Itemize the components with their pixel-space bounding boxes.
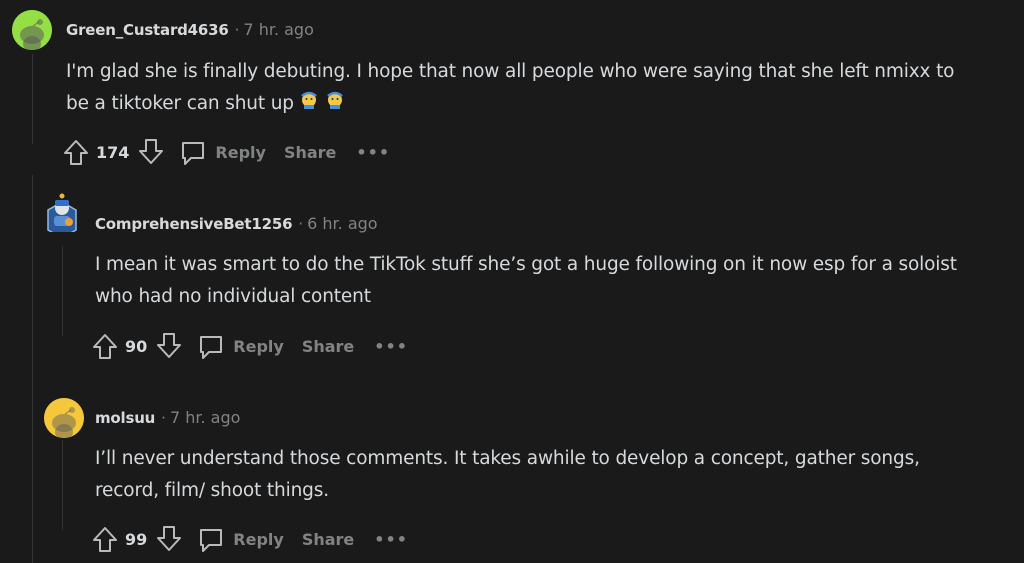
timestamp[interactable]: 7 hr. ago: [170, 408, 240, 427]
reply-button[interactable]: Reply: [179, 138, 266, 166]
comment-actions: 174 Reply Share •••: [62, 136, 390, 168]
comment-actions: 99 Reply Share •••: [91, 523, 408, 555]
reply-label: Reply: [215, 142, 266, 162]
vote-count: 90: [125, 336, 148, 356]
comment-body: I mean it was smart to do the TikTok stu…: [95, 254, 957, 307]
share-button[interactable]: Share: [302, 530, 354, 549]
reply-label: Reply: [233, 336, 284, 356]
comment-meta: Green_Custard4636 · 7 hr. ago: [66, 20, 314, 40]
downvote-icon[interactable]: [137, 138, 165, 166]
snoo-avatar-icon: [47, 193, 77, 232]
meta-separator: ·: [161, 409, 166, 427]
comment-body: I’ll never understand those comments. It…: [95, 448, 920, 501]
comment-bubble-icon: [182, 142, 205, 165]
comment-meta: ComprehensiveBet1256 · 6 hr. ago: [95, 214, 378, 234]
more-options-icon[interactable]: •••: [374, 530, 408, 549]
thread-line-child-1[interactable]: [62, 246, 63, 336]
username[interactable]: Green_Custard4636: [66, 21, 229, 39]
comment-text: I'm glad she is finally debuting. I hope…: [66, 61, 955, 114]
downvote-icon[interactable]: [155, 332, 183, 360]
avatar[interactable]: [44, 398, 84, 438]
reply-button[interactable]: Reply: [197, 332, 284, 360]
comment-meta: molsuu · 7 hr. ago: [95, 408, 240, 428]
username[interactable]: ComprehensiveBet1256: [95, 215, 293, 233]
upvote-icon[interactable]: [62, 138, 90, 166]
upvote-icon[interactable]: [91, 525, 119, 553]
share-button[interactable]: Share: [302, 337, 354, 356]
timestamp[interactable]: 6 hr. ago: [307, 214, 377, 233]
thread-line-root-lower[interactable]: [32, 175, 33, 563]
comment-bubble-icon: [200, 336, 223, 359]
downvote-icon[interactable]: [155, 525, 183, 553]
meta-separator: ·: [298, 215, 304, 233]
thread-line-child-2[interactable]: [62, 440, 63, 530]
comment-thread: Green_Custard4636 · 7 hr. ago I'm glad she…: [0, 0, 1024, 563]
meta-separator: ·: [234, 21, 240, 39]
more-options-icon[interactable]: •••: [374, 337, 408, 356]
snoo-avatar-icon: [12, 10, 52, 50]
comment-body: I'm glad she is finally debuting. I hope…: [66, 56, 1016, 120]
avatar[interactable]: [42, 192, 82, 232]
reply-button[interactable]: Reply: [197, 525, 284, 553]
thread-line-root[interactable]: [32, 54, 33, 144]
vote-count: 174: [96, 142, 130, 162]
vote-count: 99: [125, 529, 148, 549]
face-with-tears-emoji: [324, 88, 346, 120]
more-options-icon[interactable]: •••: [356, 143, 390, 162]
face-with-tears-emoji: [298, 88, 320, 120]
snoo-avatar-icon: [44, 398, 84, 438]
comment-actions: 90 Reply Share •••: [91, 330, 408, 362]
reply-label: Reply: [233, 529, 284, 549]
timestamp[interactable]: 7 hr. ago: [243, 20, 313, 39]
username[interactable]: molsuu: [95, 409, 155, 427]
comment-bubble-icon: [200, 529, 223, 552]
avatar[interactable]: [12, 10, 52, 50]
upvote-icon[interactable]: [91, 332, 119, 360]
share-button[interactable]: Share: [284, 143, 336, 162]
